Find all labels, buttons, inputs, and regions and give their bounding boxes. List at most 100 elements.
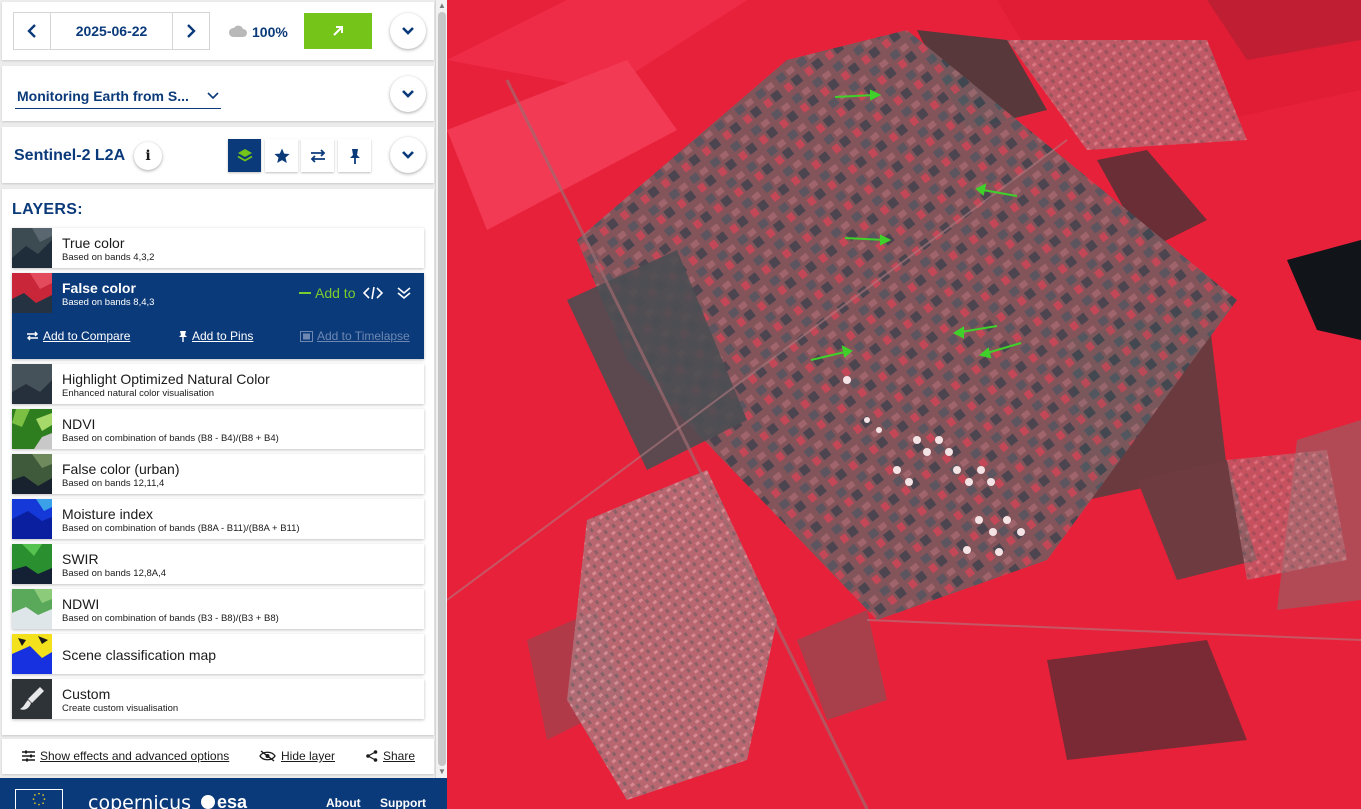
show-effects-button[interactable]: Show effects and advanced options: [22, 749, 229, 763]
support-link[interactable]: Support: [380, 796, 426, 809]
layer-title: NDWI: [62, 596, 100, 612]
dataset-info-button[interactable]: i: [134, 142, 162, 170]
hide-layer-label: Hide layer: [281, 749, 336, 763]
star-icon: [273, 148, 290, 163]
add-to-timelapse-button[interactable]: Add to Timelapse: [300, 329, 410, 343]
theme-dropdown[interactable]: Monitoring Earth from S...: [15, 83, 221, 109]
date-picker: 2025-06-22: [13, 12, 210, 50]
layer-options-bar: Show effects and advanced options Hide l…: [2, 739, 434, 774]
layers-card: LAYERS: True color Based on bands 4,3,2 …: [2, 189, 434, 735]
pin-icon: [349, 148, 360, 164]
false-color-imagery[interactable]: [447, 0, 1361, 809]
layer-description: Create custom visualisation: [62, 703, 179, 714]
theme-collapse-button[interactable]: [390, 76, 426, 112]
compare-tab-button[interactable]: [301, 139, 334, 172]
sliders-icon: [22, 750, 35, 762]
layer-item-ndwi[interactable]: NDWI Based on combination of bands (B3 -…: [12, 589, 424, 629]
compare-arrows-icon: [310, 148, 325, 163]
layers-icon: [237, 148, 252, 162]
layer-description: Based on bands 12,11,4: [62, 478, 165, 489]
add-to-label: Add to: [315, 285, 356, 301]
date-collapse-button[interactable]: [390, 13, 426, 49]
scroll-up-icon[interactable]: ▲: [438, 2, 446, 10]
add-to-timelapse-label: Add to Timelapse: [317, 329, 410, 343]
layer-title: False color: [62, 280, 136, 296]
cloud-coverage-value: 100%: [252, 24, 288, 40]
chevron-left-icon: [27, 24, 36, 38]
search-date-button[interactable]: [304, 13, 372, 49]
eye-slash-icon: [259, 750, 276, 762]
layer-thumbnail: [12, 634, 52, 674]
add-to-pins-label: Add to Pins: [192, 329, 254, 343]
layers-tab-button[interactable]: [228, 139, 261, 172]
double-chevron-down-icon[interactable]: [396, 285, 412, 301]
layer-thumbnail: [12, 589, 52, 629]
layer-title: Scene classification map: [62, 647, 217, 663]
compare-arrows-icon: [27, 331, 38, 341]
layer-description: Based on combination of bands (B3 - B8)/…: [62, 613, 279, 624]
footer: copernicus esa About Support: [0, 778, 447, 809]
theme-selected-label: Monitoring Earth from S...: [17, 87, 189, 104]
pins-favorite-tab-button[interactable]: [265, 139, 298, 172]
layer-item-moisture-index[interactable]: Moisture index Based on combination of b…: [12, 499, 424, 539]
layer-item-swir[interactable]: SWIR Based on bands 12,8A,4: [12, 544, 424, 584]
hide-layer-button[interactable]: Hide layer: [259, 749, 335, 763]
add-to-compare-label: Add to Compare: [43, 329, 131, 343]
layer-description: Based on bands 8,4,3: [62, 297, 155, 308]
layer-thumbnail: [12, 409, 52, 449]
sidebar-panel: 2025-06-22 100% Monitoring Earth from S.…: [0, 0, 447, 809]
layer-description: Based on bands 4,3,2: [62, 252, 155, 263]
pin-tab-button[interactable]: [338, 139, 371, 172]
chevron-down-icon: [402, 151, 414, 159]
next-date-button[interactable]: [173, 13, 209, 49]
layer-item-true-color[interactable]: True color Based on bands 4,3,2: [12, 228, 424, 268]
satellite-map[interactable]: [447, 0, 1361, 809]
cloud-icon: [228, 25, 247, 37]
theme-card: Monitoring Earth from S...: [2, 66, 434, 121]
dataset-collapse-button[interactable]: [390, 137, 426, 173]
eu-flag-icon: [15, 789, 63, 809]
layer-item-false-color[interactable]: False color Based on bands 8,4,3 Add to …: [12, 273, 424, 359]
info-icon: i: [145, 148, 151, 164]
layer-thumbnail: [12, 544, 52, 584]
scroll-down-icon[interactable]: ▼: [438, 768, 446, 776]
add-to-pins-button[interactable]: Add to Pins: [178, 329, 253, 343]
layer-thumbnail: [12, 364, 52, 404]
previous-date-button[interactable]: [14, 13, 50, 49]
layer-item-false-color-urban[interactable]: False color (urban) Based on bands 12,11…: [12, 454, 424, 494]
share-button[interactable]: Share: [366, 749, 415, 763]
selected-layer-actions: Add to Compare Add to Pins Add to Timela…: [12, 327, 424, 347]
layer-description: Based on combination of bands (B8 - B4)/…: [62, 433, 279, 444]
date-card: 2025-06-22 100%: [2, 2, 434, 60]
dataset-card: Sentinel-2 L2A i: [2, 127, 434, 183]
layer-description: Based on bands 12,8A,4: [62, 568, 167, 579]
layer-title: SWIR: [62, 551, 99, 567]
layer-thumbnail: [12, 273, 52, 313]
layer-item-scene-classification[interactable]: Scene classification map: [12, 634, 424, 674]
layer-title: Highlight Optimized Natural Color: [62, 371, 270, 387]
paint-brush-icon: [12, 679, 52, 719]
layer-item-highlight-optimized[interactable]: Highlight Optimized Natural Color Enhanc…: [12, 364, 424, 404]
date-value[interactable]: 2025-06-22: [50, 13, 173, 49]
add-to-button[interactable]: Add to: [299, 285, 355, 301]
layer-item-ndvi[interactable]: NDVI Based on combination of bands (B8 -…: [12, 409, 424, 449]
chevron-down-icon: [207, 91, 219, 99]
layer-title: False color (urban): [62, 461, 180, 477]
layers-heading: LAYERS:: [12, 201, 83, 218]
add-to-compare-button[interactable]: Add to Compare: [26, 329, 130, 343]
copernicus-logo[interactable]: copernicus: [88, 792, 191, 809]
sidebar-scrollbar[interactable]: ▲ ▼: [435, 0, 447, 778]
film-icon: [300, 330, 313, 342]
layer-item-custom[interactable]: Custom Create custom visualisation: [12, 679, 424, 719]
layer-thumbnail: [12, 228, 52, 268]
layer-title: True color: [62, 235, 125, 251]
chevron-right-icon: [187, 24, 196, 38]
show-effects-label: Show effects and advanced options: [40, 749, 230, 763]
chevron-down-icon: [402, 27, 414, 35]
dataset-title: Sentinel-2 L2A: [14, 147, 126, 164]
about-link[interactable]: About: [326, 796, 361, 809]
scrollbar-thumb[interactable]: [438, 12, 446, 766]
share-label: Share: [383, 749, 416, 763]
esa-logo[interactable]: esa: [201, 792, 247, 809]
code-icon[interactable]: [363, 285, 383, 301]
